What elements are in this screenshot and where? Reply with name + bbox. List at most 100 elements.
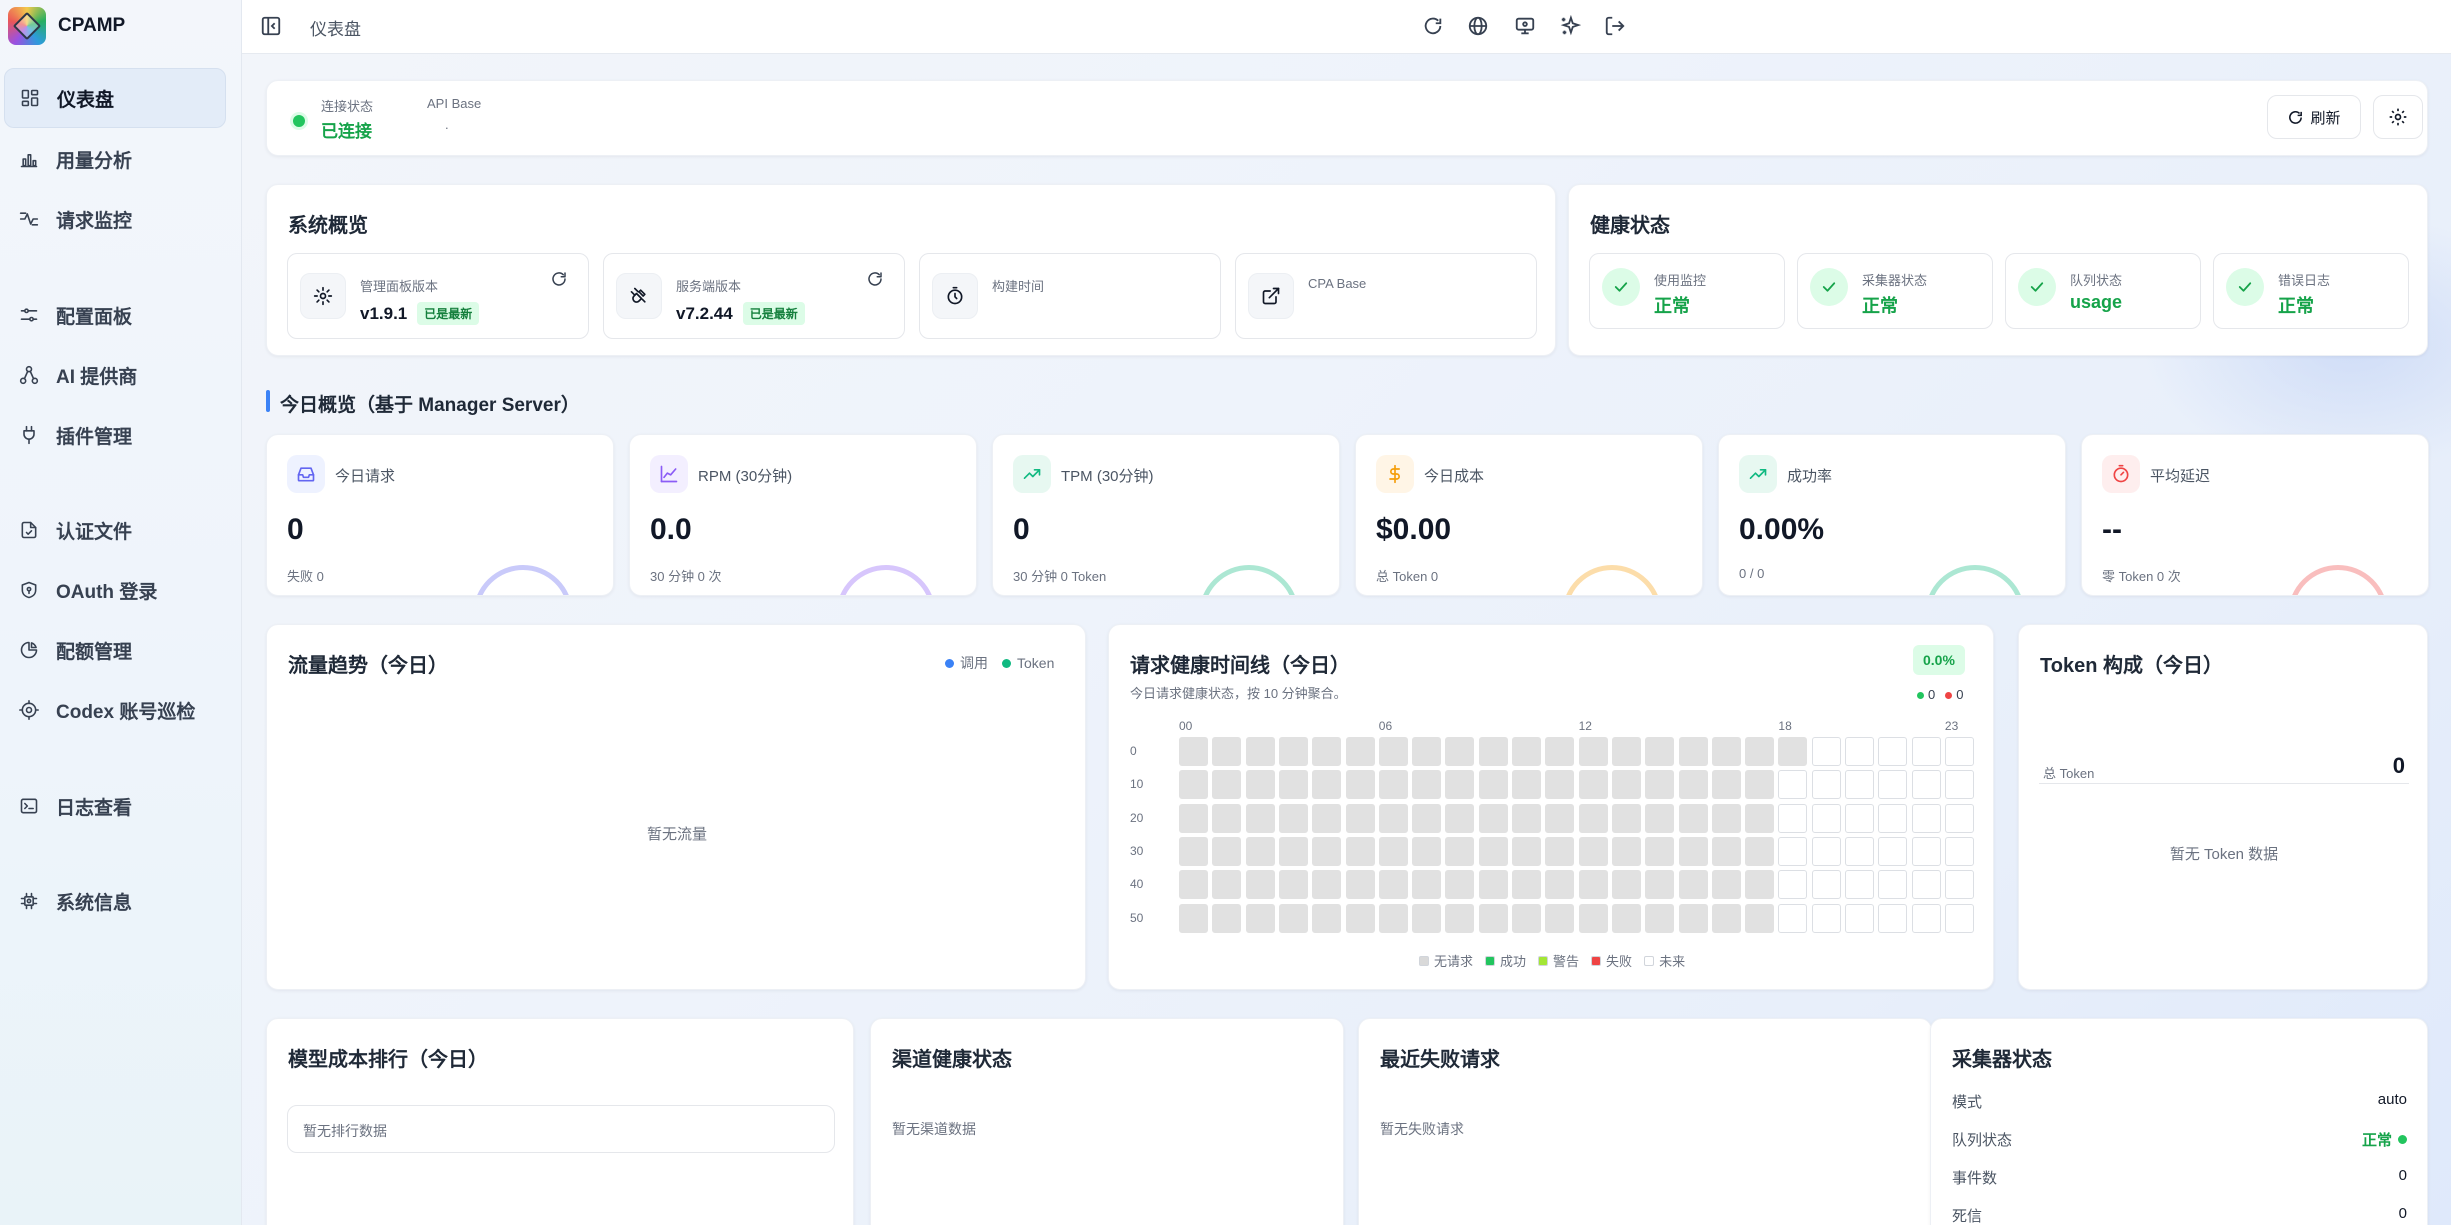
timeline-cell[interactable] bbox=[1745, 737, 1775, 766]
timeline-cell[interactable] bbox=[1578, 770, 1608, 800]
timeline-cell[interactable] bbox=[1578, 836, 1608, 866]
timeline-cell[interactable] bbox=[1312, 803, 1342, 833]
timeline-cell[interactable] bbox=[1345, 803, 1375, 833]
settings-button[interactable] bbox=[2373, 95, 2423, 139]
timeline-cell[interactable] bbox=[1512, 836, 1541, 866]
refresh-icon[interactable] bbox=[1422, 15, 1444, 37]
timeline-cell[interactable] bbox=[1778, 870, 1808, 900]
timeline-cell[interactable] bbox=[1645, 737, 1675, 766]
timeline-cell[interactable] bbox=[1811, 770, 1841, 800]
timeline-cell[interactable] bbox=[1179, 803, 1208, 833]
timeline-cell[interactable] bbox=[1345, 836, 1375, 866]
sidebar-item-4[interactable]: AI 提供商 bbox=[4, 345, 226, 405]
timeline-cell[interactable] bbox=[1278, 903, 1308, 933]
timeline-cell[interactable] bbox=[1578, 737, 1608, 766]
timeline-cell[interactable] bbox=[1578, 803, 1608, 833]
timeline-cell[interactable] bbox=[1944, 803, 1974, 833]
timeline-cell[interactable] bbox=[1711, 870, 1741, 900]
timeline-cell[interactable] bbox=[1645, 903, 1675, 933]
timeline-cell[interactable] bbox=[1845, 870, 1874, 900]
timeline-cell[interactable] bbox=[1212, 770, 1242, 800]
sidebar-collapse-icon[interactable] bbox=[260, 15, 282, 37]
timeline-cell[interactable] bbox=[1245, 803, 1275, 833]
sidebar-item-0[interactable]: 仪表盘 bbox=[4, 68, 226, 128]
timeline-cell[interactable] bbox=[1611, 803, 1641, 833]
timeline-cell[interactable] bbox=[1678, 803, 1708, 833]
timeline-cell[interactable] bbox=[1512, 903, 1541, 933]
timeline-cell[interactable] bbox=[1711, 770, 1741, 800]
timeline-cell[interactable] bbox=[1245, 903, 1275, 933]
timeline-cell[interactable] bbox=[1845, 836, 1874, 866]
timeline-cell[interactable] bbox=[1212, 870, 1242, 900]
timeline-cell[interactable] bbox=[1412, 836, 1442, 866]
timeline-cell[interactable] bbox=[1845, 803, 1874, 833]
timeline-cell[interactable] bbox=[1678, 770, 1708, 800]
timeline-cell[interactable] bbox=[1478, 903, 1508, 933]
timeline-cell[interactable] bbox=[1778, 836, 1808, 866]
timeline-cell[interactable] bbox=[1412, 737, 1442, 766]
timeline-cell[interactable] bbox=[1278, 803, 1308, 833]
refresh-button[interactable]: 刷新 bbox=[2267, 95, 2361, 139]
timeline-cell[interactable] bbox=[1445, 803, 1475, 833]
timeline-cell[interactable] bbox=[1245, 870, 1275, 900]
timeline-cell[interactable] bbox=[1911, 903, 1941, 933]
timeline-cell[interactable] bbox=[1378, 803, 1408, 833]
timeline-cell[interactable] bbox=[1745, 770, 1775, 800]
timeline-cell[interactable] bbox=[1412, 770, 1442, 800]
logout-icon[interactable] bbox=[1604, 15, 1626, 37]
timeline-cell[interactable] bbox=[1445, 836, 1475, 866]
timeline-cell[interactable] bbox=[1745, 903, 1775, 933]
timeline-cell[interactable] bbox=[1378, 836, 1408, 866]
globe-icon[interactable] bbox=[1467, 15, 1489, 37]
timeline-cell[interactable] bbox=[1778, 737, 1808, 766]
refresh-icon[interactable] bbox=[550, 270, 568, 293]
sidebar-item-7[interactable]: OAuth 登录 bbox=[4, 560, 226, 620]
timeline-cell[interactable] bbox=[1811, 803, 1841, 833]
timeline-cell[interactable] bbox=[1378, 870, 1408, 900]
timeline-cell[interactable] bbox=[1445, 737, 1475, 766]
timeline-cell[interactable] bbox=[1378, 770, 1408, 800]
timeline-cell[interactable] bbox=[1645, 836, 1675, 866]
timeline-cell[interactable] bbox=[1278, 870, 1308, 900]
timeline-cell[interactable] bbox=[1412, 870, 1442, 900]
timeline-cell[interactable] bbox=[1212, 737, 1242, 766]
timeline-cell[interactable] bbox=[1478, 737, 1508, 766]
timeline-cell[interactable] bbox=[1179, 836, 1208, 866]
timeline-cell[interactable] bbox=[1911, 737, 1941, 766]
timeline-cell[interactable] bbox=[1811, 836, 1841, 866]
timeline-cell[interactable] bbox=[1212, 836, 1242, 866]
timeline-cell[interactable] bbox=[1778, 770, 1808, 800]
sidebar-item-9[interactable]: Codex 账号巡检 bbox=[4, 680, 226, 740]
timeline-cell[interactable] bbox=[1312, 737, 1342, 766]
timeline-cell[interactable] bbox=[1578, 903, 1608, 933]
timeline-cell[interactable] bbox=[1312, 903, 1342, 933]
timeline-cell[interactable] bbox=[1212, 803, 1242, 833]
timeline-cell[interactable] bbox=[1278, 737, 1308, 766]
timeline-cell[interactable] bbox=[1512, 870, 1541, 900]
timeline-cell[interactable] bbox=[1179, 903, 1208, 933]
timeline-cell[interactable] bbox=[1878, 770, 1908, 800]
timeline-cell[interactable] bbox=[1878, 737, 1908, 766]
timeline-cell[interactable] bbox=[1578, 870, 1608, 900]
timeline-cell[interactable] bbox=[1611, 903, 1641, 933]
timeline-cell[interactable] bbox=[1412, 903, 1442, 933]
timeline-cell[interactable] bbox=[1445, 770, 1475, 800]
timeline-cell[interactable] bbox=[1245, 770, 1275, 800]
timeline-cell[interactable] bbox=[1245, 836, 1275, 866]
timeline-cell[interactable] bbox=[1378, 903, 1408, 933]
timeline-cell[interactable] bbox=[1512, 803, 1541, 833]
sidebar-item-6[interactable]: 认证文件 bbox=[4, 500, 226, 560]
timeline-cell[interactable] bbox=[1811, 903, 1841, 933]
refresh-icon[interactable] bbox=[866, 270, 884, 293]
timeline-cell[interactable] bbox=[1944, 737, 1974, 766]
sparkle-icon[interactable] bbox=[1559, 15, 1581, 37]
timeline-cell[interactable] bbox=[1711, 903, 1741, 933]
timeline-cell[interactable] bbox=[1545, 870, 1575, 900]
timeline-cell[interactable] bbox=[1179, 870, 1208, 900]
timeline-cell[interactable] bbox=[1611, 836, 1641, 866]
timeline-cell[interactable] bbox=[1811, 870, 1841, 900]
sidebar-item-8[interactable]: 配额管理 bbox=[4, 620, 226, 680]
timeline-cell[interactable] bbox=[1911, 770, 1941, 800]
timeline-cell[interactable] bbox=[1278, 836, 1308, 866]
timeline-cell[interactable] bbox=[1845, 737, 1874, 766]
